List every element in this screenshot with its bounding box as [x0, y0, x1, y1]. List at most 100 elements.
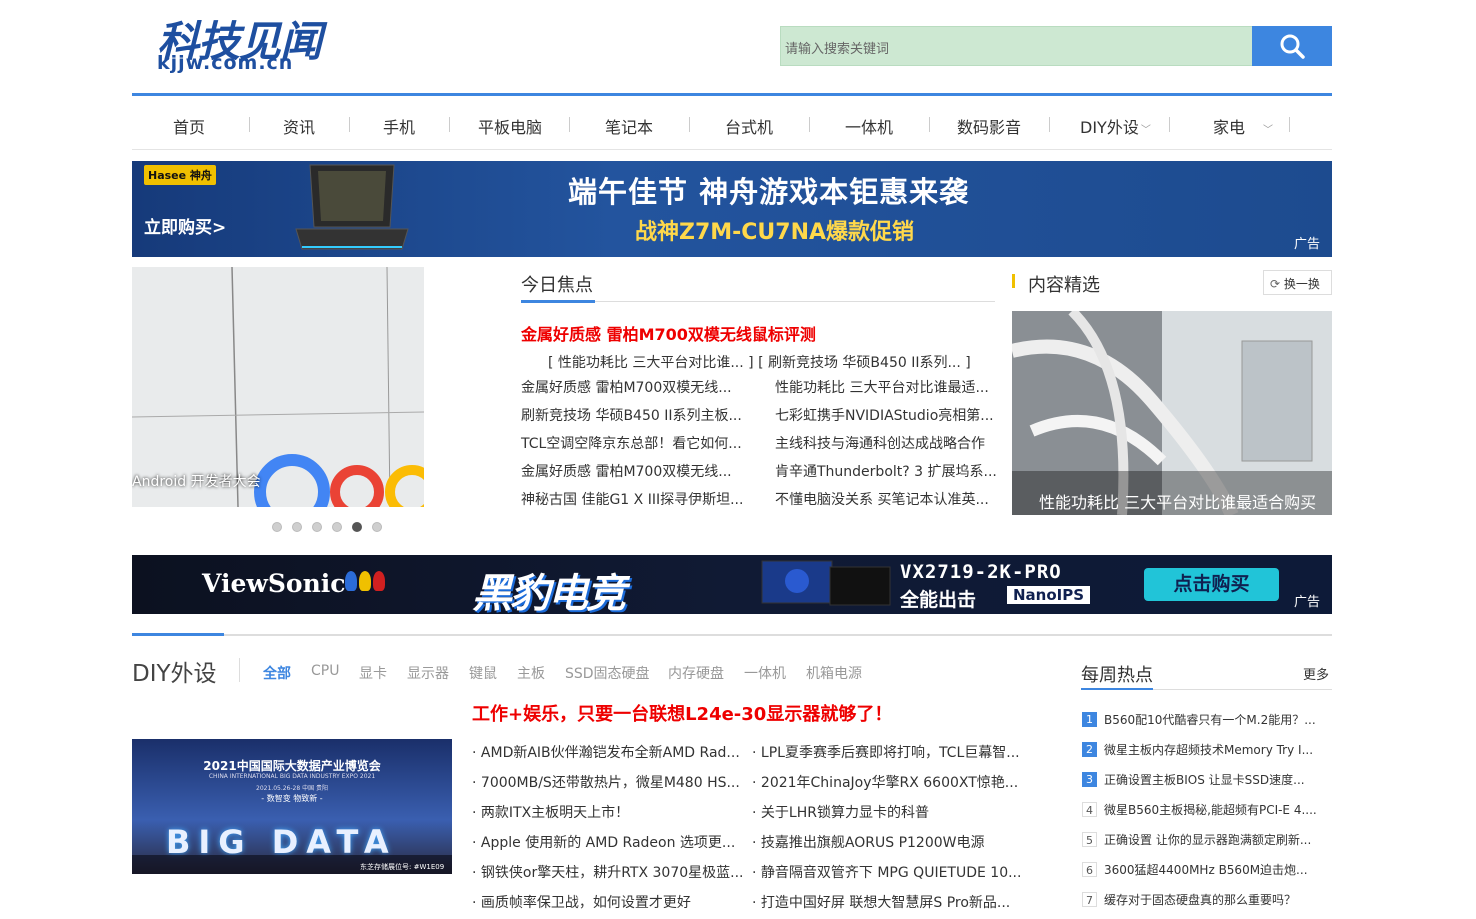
weekly-title: 每周热点: [1081, 665, 1153, 686]
category-tab[interactable]: 主板: [517, 663, 545, 683]
diy-accent: [132, 633, 224, 636]
nav-diy[interactable]: DIY外设 ﹀: [1050, 114, 1160, 138]
weekly-link[interactable]: 微星B560主板揭秘,能超频有PCI-E 4....: [1104, 801, 1317, 818]
diy-link-text: 钢铁侠or擎天柱，耕升RTX 3070星极蓝...: [480, 865, 744, 881]
weekly-link[interactable]: 3600猛超4400MHz B560M迫击炮...: [1104, 861, 1308, 878]
refresh-label: 换一换: [1283, 277, 1320, 291]
weekly-link[interactable]: 缓存对于固态硬盘真的那么重要吗？: [1104, 891, 1296, 908]
nav-tablet[interactable]: 平板电脑: [450, 114, 570, 138]
diy-link[interactable]: · 打造中国好屏 联想大智慧屏S Pro新品...: [752, 892, 1010, 912]
picks-marker: [1012, 274, 1015, 288]
search-button[interactable]: [1252, 26, 1332, 66]
category-tab[interactable]: 内存硬盘: [668, 663, 724, 683]
monitor-image: [761, 560, 891, 606]
ad-subline: 战神Z7M-CU7NA爆款促销: [635, 220, 915, 245]
focus-link[interactable]: 肯辛通Thunderbolt? 3 扩展坞系...: [775, 461, 997, 481]
diy-link[interactable]: · 2021年ChinaJoy华擎RX 6600XT惊艳...: [752, 772, 1018, 792]
weekly-link[interactable]: 正确设置 让你的显示器跑满额定刷新...: [1104, 831, 1311, 848]
diy-headline[interactable]: 工作+娱乐，只要一台联想L24e-30显示器就够了！: [472, 700, 892, 726]
category-tab[interactable]: CPU: [311, 663, 339, 679]
focus-link[interactable]: 主线科技与海通科创达成战略合作: [775, 433, 985, 453]
category-tab[interactable]: SSD固态硬盘: [565, 663, 650, 683]
category-tab[interactable]: 显示器: [407, 663, 449, 683]
focus-headline[interactable]: 金属好质感 雷柏M700双模无线鼠标评测: [521, 321, 816, 345]
category-tab[interactable]: 一体机: [744, 663, 786, 683]
slider-caption: Android 开发者大会: [132, 474, 261, 490]
nav-aio[interactable]: 一体机: [809, 114, 929, 138]
diy-link-text: LPL夏季赛季后赛即将打响，TCL巨幕智...: [760, 745, 1020, 761]
search-icon: [1280, 34, 1305, 59]
diy-link[interactable]: · 两款ITX主板明天上市！: [472, 802, 629, 822]
diy-title-sep: [239, 658, 240, 682]
focus-link[interactable]: 神秘古国 佳能G1 X III探寻伊斯坦...: [521, 489, 743, 509]
focus-link[interactable]: 性能功耗比 三大平台对比谁最适...: [775, 377, 989, 397]
diy-link[interactable]: · 关于LHR锁算力显卡的科普: [752, 802, 929, 822]
category-tab[interactable]: 显卡: [359, 663, 387, 683]
slider-dot[interactable]: [332, 522, 342, 532]
weekly-link[interactable]: 正确设置主板BIOS 让显卡SSD速度...: [1104, 771, 1305, 788]
diy-link[interactable]: · Apple 使用新的 AMD Radeon 选项更...: [472, 832, 735, 852]
focus-link[interactable]: 七彩虹携手NVIDIAStudio亮相第...: [775, 405, 994, 425]
ad-banner-hasee[interactable]: Hasee 神舟 立即购买> 端午佳节 神舟游戏本钜惠来袭 战神Z7M-CU7N…: [132, 161, 1332, 257]
ad-banner-viewsonic[interactable]: ViewSonic 黑豹电竞 VX2719-2K-PRO 全能出击 NanoIP…: [132, 555, 1332, 614]
nav-appliance[interactable]: 家电 ﹀: [1182, 114, 1292, 138]
focus-link[interactable]: TCL空调空降京东总部！看它如何...: [521, 433, 742, 453]
nav-home[interactable]: 首页: [129, 114, 249, 138]
focus-link[interactable]: 金属好质感 雷柏M700双模无线...: [521, 461, 732, 481]
pc-build-image: [1012, 311, 1332, 515]
slider-dot-active[interactable]: [352, 522, 362, 532]
diy-title: DIY外设: [132, 661, 217, 687]
picks-image[interactable]: 性能功耗比 三大平台对比谁最适合购买: [1012, 311, 1332, 515]
diy-link[interactable]: · 静音隔音双管齐下 MPG QUIETUDE 10...: [752, 862, 1021, 882]
nav-laptop[interactable]: 笔记本: [569, 114, 689, 138]
ad-headline: 端午佳节 神舟游戏本钜惠来袭: [568, 175, 970, 209]
focus-link[interactable]: 刷新竞技场 华硕B450 II系列主板...: [521, 405, 742, 425]
diy-link[interactable]: · 7000MB/S还带散热片，微星M480 HS...: [472, 772, 740, 792]
laptop-image: [295, 164, 409, 250]
ad-tag: 广告: [1294, 237, 1321, 252]
nav-desktop[interactable]: 台式机: [689, 114, 809, 138]
slider-dot[interactable]: [372, 522, 382, 532]
category-tab[interactable]: 键鼠: [469, 663, 497, 683]
ad-cta[interactable]: 立即购买>: [144, 213, 226, 238]
search-input[interactable]: 请输入搜索关键词: [780, 26, 1252, 66]
focus-link[interactable]: 不懂电脑没关系 买笔记本认准英...: [775, 489, 989, 509]
slider-dot[interactable]: [272, 522, 282, 532]
buy-button[interactable]: 点击购买: [1144, 568, 1279, 601]
nav-digital[interactable]: 数码影音: [929, 114, 1049, 138]
slider-dot[interactable]: [312, 522, 322, 532]
expo-title: 2021中国国际大数据产业博览会: [203, 759, 381, 773]
chevron-down-icon: ﹀: [1140, 125, 1151, 136]
expo-subtitle: CHINA INTERNATIONAL BIG DATA INDUSTRY EX…: [208, 773, 376, 780]
weekly-underline: [1081, 688, 1153, 690]
ad-model: VX2719-2K-PRO: [900, 561, 1062, 583]
more-link[interactable]: 更多: [1303, 664, 1329, 683]
category-tab[interactable]: 机箱电源: [806, 663, 862, 683]
weekly-link[interactable]: 微星主板内存超频技术Memory Try I...: [1104, 741, 1313, 758]
slider-dot[interactable]: [292, 522, 302, 532]
hero-slider[interactable]: Android 开发者大会: [132, 267, 424, 507]
expo-image[interactable]: 2021中国国际大数据产业博览会 CHINA INTERNATIONAL BIG…: [132, 739, 452, 874]
diy-link[interactable]: · LPL夏季赛季后赛即将打响，TCL巨幕智...: [752, 742, 1020, 762]
refresh-button[interactable]: ⟳ 换一换: [1263, 270, 1332, 295]
diy-top-border: [132, 634, 1332, 636]
diy-link-text: 2021年ChinaJoy华擎RX 6600XT惊艳...: [760, 775, 1019, 791]
diy-link[interactable]: · 技嘉推出旗舰AORUS P1200W电源: [752, 832, 984, 852]
site-domain: kjjw.com.cn: [157, 52, 294, 74]
main-nav: 首页 资讯 手机 平板电脑 笔记本 台式机 一体机 数码影音 DIY外设 ﹀ 家电…: [132, 98, 1332, 150]
expo-booth: 东芝存储展位号: #W1E09: [360, 863, 445, 871]
weekly-link[interactable]: B560配10代酷睿只有一个M.2能用？...: [1104, 711, 1316, 728]
diy-link-text: 画质帧率保卫战，如何设置才更好: [480, 895, 691, 911]
nav-phone[interactable]: 手机: [339, 114, 459, 138]
category-tab-all[interactable]: 全部: [263, 663, 291, 683]
focus-subline[interactable]: [ 性能功耗比 三大平台对比谁... ] [ 刷新竞技场 华硕B450 II系列…: [548, 352, 971, 372]
diy-link[interactable]: · AMD新AIB伙伴瀚铠发布全新AMD Rad...: [472, 742, 740, 762]
diy-link[interactable]: · 钢铁侠or擎天柱，耕升RTX 3070星极蓝...: [472, 862, 744, 882]
diy-link-text: 两款ITX主板明天上市！: [480, 805, 630, 821]
diy-link[interactable]: · 画质帧率保卫战，如何设置才更好: [472, 892, 691, 912]
focus-link[interactable]: 金属好质感 雷柏M700双模无线...: [521, 377, 732, 397]
diy-link-text: 关于LHR锁算力显卡的科普: [760, 805, 929, 821]
diy-link-text: 静音隔音双管齐下 MPG QUIETUDE 10...: [760, 865, 1022, 881]
rank-number: 5: [1082, 832, 1097, 847]
focus-title: 今日焦点: [521, 275, 593, 296]
